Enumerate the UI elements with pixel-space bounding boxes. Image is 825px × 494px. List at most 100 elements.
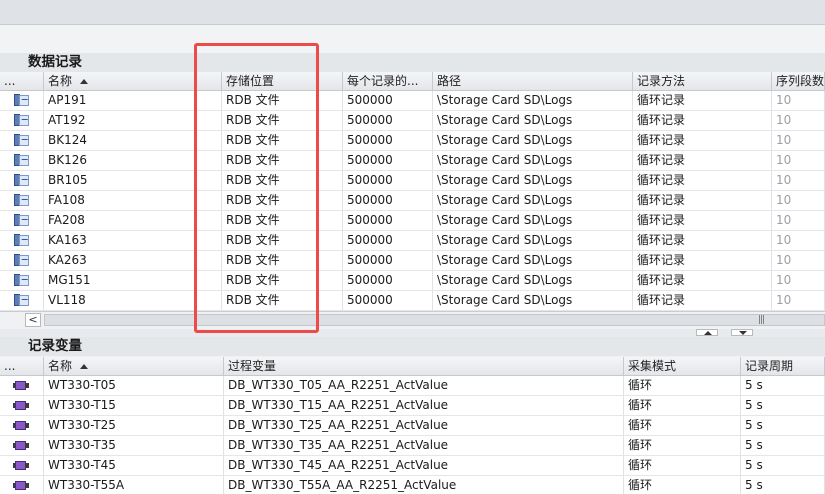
data-log-name-cell[interactable]: VL118: [44, 291, 222, 310]
data-log-path-cell[interactable]: \Storage Card SD\Logs: [433, 131, 633, 150]
data-log-storage-cell[interactable]: RDB 文件: [222, 231, 343, 250]
log-variable-name-cell[interactable]: WT330-T25: [44, 416, 224, 435]
log-variable-cycle-cell[interactable]: 5 s: [741, 396, 825, 415]
data-log-name-cell[interactable]: AP191: [44, 91, 222, 110]
data-log-records-cell[interactable]: 500000: [343, 291, 433, 310]
data-log-row[interactable]: FA208 RDB 文件 500000 \Storage Card SD\Logs 循环…: [0, 211, 825, 231]
pane-splitter[interactable]: [0, 329, 825, 337]
log-variable-mode-cell[interactable]: 循环: [624, 476, 741, 494]
data-log-path-cell[interactable]: \Storage Card SD\Logs: [433, 111, 633, 130]
data-log-name-cell[interactable]: BR105: [44, 171, 222, 190]
data-log-records-cell[interactable]: 500000: [343, 211, 433, 230]
splitter-up-button[interactable]: [696, 329, 718, 336]
data-log-method-cell[interactable]: 循环记录: [633, 271, 772, 290]
data-log-storage-cell[interactable]: RDB 文件: [222, 191, 343, 210]
data-log-name-cell[interactable]: KA163: [44, 231, 222, 250]
log-variable-name-cell[interactable]: WT330-T15: [44, 396, 224, 415]
col-header-menu[interactable]: ...: [0, 72, 44, 90]
var-col-header-name[interactable]: 名称: [44, 357, 224, 375]
data-log-method-cell[interactable]: 循环记录: [633, 291, 772, 310]
data-log-segments-cell[interactable]: 10: [772, 271, 825, 290]
log-variable-cycle-cell[interactable]: 5 s: [741, 456, 825, 475]
data-log-path-cell[interactable]: \Storage Card SD\Logs: [433, 271, 633, 290]
data-log-segments-cell[interactable]: 10: [772, 111, 825, 130]
data-log-storage-cell[interactable]: RDB 文件: [222, 131, 343, 150]
log-variable-row[interactable]: WT330-T25 DB_WT330_T25_AA_R2251_ActValue 循…: [0, 416, 825, 436]
log-variable-mode-cell[interactable]: 循环: [624, 416, 741, 435]
data-log-row[interactable]: BK126 RDB 文件 500000 \Storage Card SD\Logs 循环…: [0, 151, 825, 171]
data-log-row[interactable]: BK124 RDB 文件 500000 \Storage Card SD\Logs 循环…: [0, 131, 825, 151]
data-log-segments-cell[interactable]: 10: [772, 191, 825, 210]
data-log-name-cell[interactable]: BK124: [44, 131, 222, 150]
log-variable-tag-cell[interactable]: DB_WT330_T55A_AA_R2251_ActValue: [224, 476, 624, 494]
log-variable-tag-cell[interactable]: DB_WT330_T35_AA_R2251_ActValue: [224, 436, 624, 455]
data-log-method-cell[interactable]: 循环记录: [633, 171, 772, 190]
data-log-segments-cell[interactable]: 10: [772, 211, 825, 230]
data-log-path-cell[interactable]: \Storage Card SD\Logs: [433, 211, 633, 230]
data-log-segments-cell[interactable]: 10: [772, 131, 825, 150]
data-log-horizontal-scrollbar[interactable]: < |||: [0, 311, 825, 330]
log-variable-mode-cell[interactable]: 循环: [624, 456, 741, 475]
data-log-name-cell[interactable]: FA108: [44, 191, 222, 210]
data-log-path-cell[interactable]: \Storage Card SD\Logs: [433, 151, 633, 170]
data-log-method-cell[interactable]: 循环记录: [633, 191, 772, 210]
data-log-storage-cell[interactable]: RDB 文件: [222, 291, 343, 310]
col-header-records-per-log[interactable]: 每个记录的...: [343, 72, 433, 90]
data-log-storage-cell[interactable]: RDB 文件: [222, 111, 343, 130]
data-log-row[interactable]: KA163 RDB 文件 500000 \Storage Card SD\Logs 循环…: [0, 231, 825, 251]
data-log-storage-cell[interactable]: RDB 文件: [222, 151, 343, 170]
data-log-records-cell[interactable]: 500000: [343, 91, 433, 110]
data-log-row[interactable]: AT192 RDB 文件 500000 \Storage Card SD\Logs 循环…: [0, 111, 825, 131]
data-log-storage-cell[interactable]: RDB 文件: [222, 91, 343, 110]
log-variable-cycle-cell[interactable]: 5 s: [741, 376, 825, 395]
data-log-records-cell[interactable]: 500000: [343, 271, 433, 290]
data-log-records-cell[interactable]: 500000: [343, 251, 433, 270]
log-variable-mode-cell[interactable]: 循环: [624, 396, 741, 415]
data-log-path-cell[interactable]: \Storage Card SD\Logs: [433, 91, 633, 110]
data-log-segments-cell[interactable]: 10: [772, 171, 825, 190]
data-log-method-cell[interactable]: 循环记录: [633, 131, 772, 150]
data-log-row[interactable]: BR105 RDB 文件 500000 \Storage Card SD\Logs 循环…: [0, 171, 825, 191]
data-log-records-cell[interactable]: 500000: [343, 231, 433, 250]
col-header-log-method[interactable]: 记录方法: [633, 72, 772, 90]
var-col-header-process-tag[interactable]: 过程变量: [224, 357, 624, 375]
data-log-name-cell[interactable]: FA208: [44, 211, 222, 230]
data-log-name-cell[interactable]: MG151: [44, 271, 222, 290]
data-log-storage-cell[interactable]: RDB 文件: [222, 211, 343, 230]
log-variable-row[interactable]: WT330-T45 DB_WT330_T45_AA_R2251_ActValue 循…: [0, 456, 825, 476]
data-log-method-cell[interactable]: 循环记录: [633, 151, 772, 170]
log-variable-name-cell[interactable]: WT330-T45: [44, 456, 224, 475]
var-col-header-log-cycle[interactable]: 记录周期: [741, 357, 825, 375]
scroll-left-arrow[interactable]: <: [25, 313, 41, 327]
data-log-segments-cell[interactable]: 10: [772, 251, 825, 270]
data-log-row[interactable]: AP191 RDB 文件 500000 \Storage Card SD\Logs 循环…: [0, 91, 825, 111]
data-log-path-cell[interactable]: \Storage Card SD\Logs: [433, 191, 633, 210]
data-log-records-cell[interactable]: 500000: [343, 111, 433, 130]
data-log-segments-cell[interactable]: 10: [772, 91, 825, 110]
log-variable-name-cell[interactable]: WT330-T55A: [44, 476, 224, 494]
data-log-name-cell[interactable]: AT192: [44, 111, 222, 130]
data-log-records-cell[interactable]: 500000: [343, 131, 433, 150]
var-col-header-menu[interactable]: ...: [0, 357, 44, 375]
log-variable-name-cell[interactable]: WT330-T05: [44, 376, 224, 395]
log-variable-row[interactable]: WT330-T55A DB_WT330_T55A_AA_R2251_ActValu…: [0, 476, 825, 494]
log-variable-mode-cell[interactable]: 循环: [624, 436, 741, 455]
data-log-path-cell[interactable]: \Storage Card SD\Logs: [433, 231, 633, 250]
data-log-row[interactable]: KA263 RDB 文件 500000 \Storage Card SD\Logs 循环…: [0, 251, 825, 271]
data-log-path-cell[interactable]: \Storage Card SD\Logs: [433, 291, 633, 310]
data-log-name-cell[interactable]: BK126: [44, 151, 222, 170]
col-header-path[interactable]: 路径: [433, 72, 633, 90]
log-variable-row[interactable]: WT330-T35 DB_WT330_T35_AA_R2251_ActValue 循…: [0, 436, 825, 456]
data-log-method-cell[interactable]: 循环记录: [633, 111, 772, 130]
log-variable-tag-cell[interactable]: DB_WT330_T05_AA_R2251_ActValue: [224, 376, 624, 395]
col-header-segments[interactable]: 序列段数: [772, 72, 825, 90]
log-variable-tag-cell[interactable]: DB_WT330_T15_AA_R2251_ActValue: [224, 396, 624, 415]
data-log-path-cell[interactable]: \Storage Card SD\Logs: [433, 171, 633, 190]
data-log-storage-cell[interactable]: RDB 文件: [222, 251, 343, 270]
data-log-records-cell[interactable]: 500000: [343, 151, 433, 170]
log-variable-name-cell[interactable]: WT330-T35: [44, 436, 224, 455]
data-log-row[interactable]: MG151 RDB 文件 500000 \Storage Card SD\Logs 循环…: [0, 271, 825, 291]
data-log-method-cell[interactable]: 循环记录: [633, 91, 772, 110]
data-log-records-cell[interactable]: 500000: [343, 171, 433, 190]
data-log-row[interactable]: FA108 RDB 文件 500000 \Storage Card SD\Logs 循环…: [0, 191, 825, 211]
